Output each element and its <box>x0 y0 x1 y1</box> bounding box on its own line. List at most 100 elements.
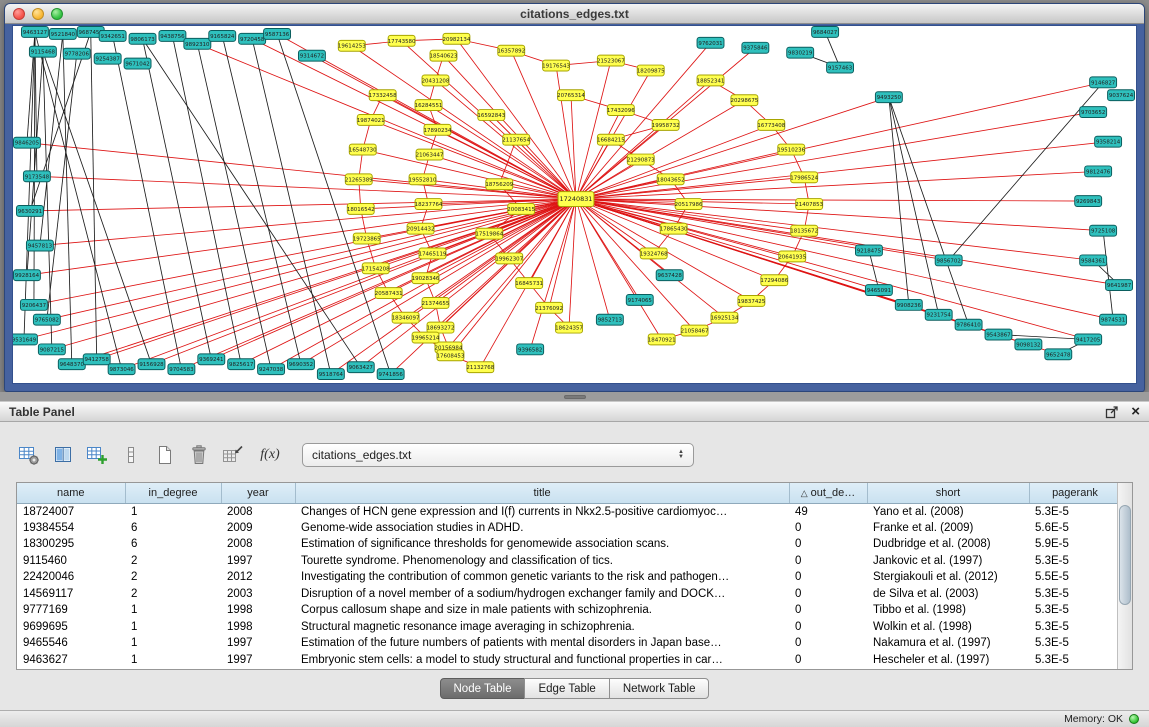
narrow-table-icon[interactable] <box>118 442 144 468</box>
table-row[interactable]: 969969511998Structural magnetic resonanc… <box>17 619 1121 636</box>
cell-out-de-[interactable]: 0 <box>789 553 867 570</box>
cell-out-de-[interactable]: 0 <box>789 602 867 619</box>
cell-title[interactable]: Tourette syndrome. Phenomenology and cla… <box>295 553 789 570</box>
cell-pagerank[interactable]: 5.3E-5 <box>1029 602 1121 619</box>
new-file-icon[interactable] <box>152 442 178 468</box>
cell-name[interactable]: 18300295 <box>17 536 125 553</box>
cell-short[interactable]: Hescheler et al. (1997) <box>867 652 1029 669</box>
cell-year[interactable]: 2008 <box>221 536 295 553</box>
cell-year[interactable]: 2009 <box>221 520 295 537</box>
cell-short[interactable]: Nakamura et al. (1997) <box>867 635 1029 652</box>
table-scrollbar-thumb[interactable] <box>1119 505 1131 605</box>
cell-name[interactable]: 9699695 <box>17 619 125 636</box>
cell-title[interactable]: Investigating the contribution of common… <box>295 569 789 586</box>
cell-short[interactable]: Jankovic et al. (1997) <box>867 553 1029 570</box>
cell-short[interactable]: Franke et al. (2009) <box>867 520 1029 537</box>
table-row[interactable]: 1938455462009Genome-wide association stu… <box>17 520 1121 537</box>
column-header-year[interactable]: year <box>221 483 295 503</box>
show-columns-icon[interactable] <box>50 442 76 468</box>
table-selector[interactable]: citations_edges.txt ▲▼ <box>302 443 694 467</box>
close-panel-icon[interactable]: × <box>1131 405 1140 419</box>
column-header-out-de-[interactable]: △out_de… <box>789 483 867 503</box>
cell-in-degree[interactable]: 2 <box>125 569 221 586</box>
cell-year[interactable]: 1997 <box>221 553 295 570</box>
table-row[interactable]: 1872400712008Changes of HCN gene express… <box>17 503 1121 520</box>
table-row[interactable]: 946362711997Embryonic stem cells: a mode… <box>17 652 1121 669</box>
divider-grip-icon[interactable] <box>564 395 586 399</box>
add-column-icon[interactable] <box>84 442 110 468</box>
cell-name[interactable]: 9777169 <box>17 602 125 619</box>
cell-name[interactable]: 14569117 <box>17 586 125 603</box>
cell-pagerank[interactable]: 5.9E-5 <box>1029 536 1121 553</box>
float-panel-icon[interactable] <box>1105 405 1119 419</box>
cell-pagerank[interactable]: 5.6E-5 <box>1029 520 1121 537</box>
table-row[interactable]: 977716911998Corpus callosum shape and si… <box>17 602 1121 619</box>
cell-out-de-[interactable]: 49 <box>789 503 867 520</box>
table-scrollbar[interactable] <box>1117 483 1132 669</box>
minimize-window-button[interactable] <box>32 8 44 20</box>
column-header-name[interactable]: name <box>17 483 125 503</box>
column-header-short[interactable]: short <box>867 483 1029 503</box>
cell-short[interactable]: Yano et al. (2008) <box>867 503 1029 520</box>
cell-in-degree[interactable]: 1 <box>125 602 221 619</box>
table-row[interactable]: 911546021997Tourette syndrome. Phenomeno… <box>17 553 1121 570</box>
cell-year[interactable]: 1998 <box>221 619 295 636</box>
cell-short[interactable]: Wolkin et al. (1998) <box>867 619 1029 636</box>
cell-in-degree[interactable]: 6 <box>125 520 221 537</box>
cell-short[interactable]: de Silva et al. (2003) <box>867 586 1029 603</box>
cell-title[interactable]: Genome-wide association studies in ADHD. <box>295 520 789 537</box>
cell-title[interactable]: Structural magnetic resonance image aver… <box>295 619 789 636</box>
cell-out-de-[interactable]: 0 <box>789 520 867 537</box>
cell-name[interactable]: 9463627 <box>17 652 125 669</box>
column-header-title[interactable]: title <box>295 483 789 503</box>
cell-title[interactable]: Estimation of significance thresholds fo… <box>295 536 789 553</box>
cell-year[interactable]: 2012 <box>221 569 295 586</box>
zoom-window-button[interactable] <box>51 8 63 20</box>
cell-year[interactable]: 1998 <box>221 602 295 619</box>
function-builder-icon[interactable]: f(x) <box>254 442 280 468</box>
panel-divider[interactable] <box>0 392 1149 401</box>
cell-name[interactable]: 9115460 <box>17 553 125 570</box>
cell-title[interactable]: Estimation of the future numbers of pati… <box>295 635 789 652</box>
cell-pagerank[interactable]: 5.3E-5 <box>1029 553 1121 570</box>
tab-network-table[interactable]: Network Table <box>609 678 710 699</box>
close-window-button[interactable] <box>13 8 25 20</box>
cell-out-de-[interactable]: 0 <box>789 635 867 652</box>
cell-in-degree[interactable]: 1 <box>125 635 221 652</box>
cell-title[interactable]: Changes of HCN gene expression and I(f) … <box>295 503 789 520</box>
table-row[interactable]: 946554611997Estimation of the future num… <box>17 635 1121 652</box>
network-window-titlebar[interactable]: citations_edges.txt <box>5 4 1144 24</box>
cell-title[interactable]: Embryonic stem cells: a model to study s… <box>295 652 789 669</box>
cell-out-de-[interactable]: 0 <box>789 569 867 586</box>
cell-short[interactable]: Dudbridge et al. (2008) <box>867 536 1029 553</box>
cell-short[interactable]: Stergiakouli et al. (2012) <box>867 569 1029 586</box>
table-mode-icon[interactable] <box>16 442 42 468</box>
cell-pagerank[interactable]: 5.3E-5 <box>1029 619 1121 636</box>
table-row[interactable]: 1830029562008Estimation of significance … <box>17 536 1121 553</box>
table-row[interactable]: 1456911722003Disruption of a novel membe… <box>17 586 1121 603</box>
cell-name[interactable]: 22420046 <box>17 569 125 586</box>
cell-out-de-[interactable]: 0 <box>789 586 867 603</box>
cell-name[interactable]: 18724007 <box>17 503 125 520</box>
cell-year[interactable]: 1997 <box>221 652 295 669</box>
column-header-pagerank[interactable]: pagerank <box>1029 483 1121 503</box>
import-table-icon[interactable] <box>220 442 246 468</box>
cell-short[interactable]: Tibbo et al. (1998) <box>867 602 1029 619</box>
table-row[interactable]: 2242004622012Investigating the contribut… <box>17 569 1121 586</box>
tab-edge-table[interactable]: Edge Table <box>524 678 609 699</box>
cell-pagerank[interactable]: 5.3E-5 <box>1029 635 1121 652</box>
cell-in-degree[interactable]: 1 <box>125 503 221 520</box>
cell-name[interactable]: 19384554 <box>17 520 125 537</box>
cell-name[interactable]: 9465546 <box>17 635 125 652</box>
column-header-in-degree[interactable]: in_degree <box>125 483 221 503</box>
cell-title[interactable]: Disruption of a novel member of a sodium… <box>295 586 789 603</box>
cell-pagerank[interactable]: 5.3E-5 <box>1029 586 1121 603</box>
delete-column-icon[interactable] <box>186 442 212 468</box>
tab-node-table[interactable]: Node Table <box>440 678 526 699</box>
cell-in-degree[interactable]: 2 <box>125 586 221 603</box>
network-graph[interactable]: 1724083118540623204312081628455117890234… <box>13 26 1136 383</box>
cell-out-de-[interactable]: 0 <box>789 619 867 636</box>
cell-pagerank[interactable]: 5.3E-5 <box>1029 503 1121 520</box>
cell-pagerank[interactable]: 5.5E-5 <box>1029 569 1121 586</box>
cell-year[interactable]: 1997 <box>221 635 295 652</box>
